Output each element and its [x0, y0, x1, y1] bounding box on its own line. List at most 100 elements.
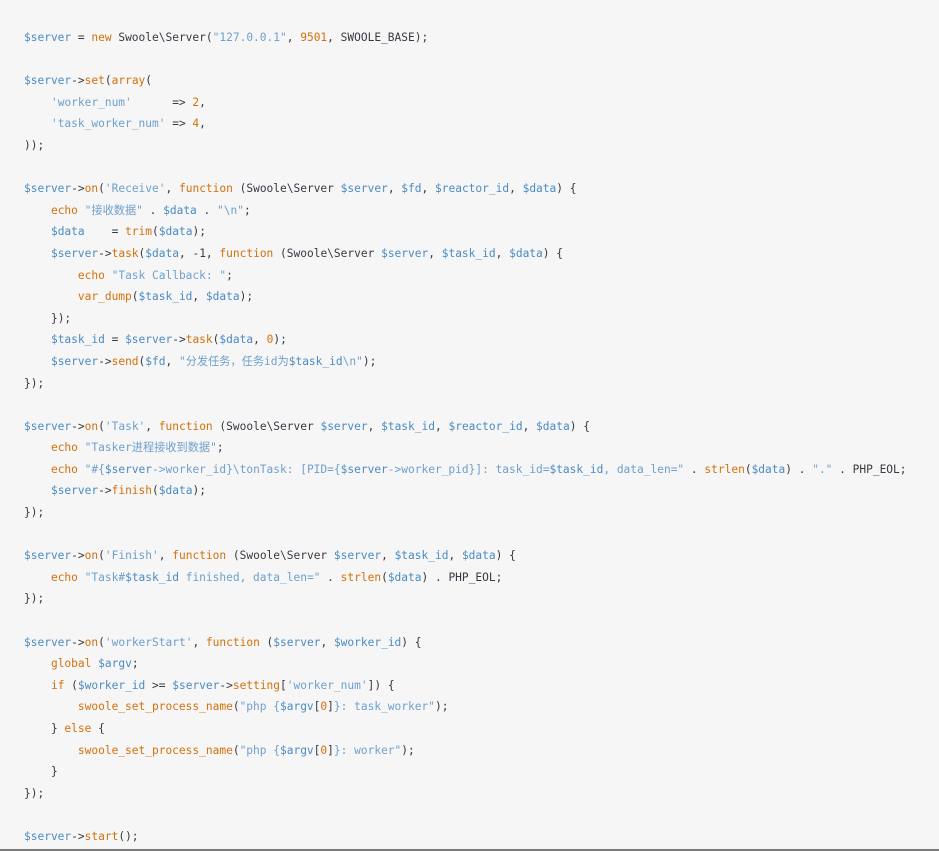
function-token: on — [84, 182, 99, 196]
punctuation-token: [ — [280, 678, 287, 692]
variable-token: $data — [158, 225, 193, 239]
code-line: echo "接收数据" . $data . "\n"; — [24, 200, 939, 222]
string-token: 'task_worker_num' — [50, 117, 166, 131]
variable-token: $task_id — [381, 419, 435, 433]
punctuation-token — [24, 744, 78, 757]
variable-token: $task_id — [394, 549, 449, 563]
punctuation-token: , — [158, 549, 173, 563]
punctuation-token — [24, 679, 51, 692]
code-line: $server->on('Task', function (Swoole\Ser… — [24, 416, 939, 438]
punctuation-token: -> — [71, 549, 85, 563]
variable-token: $server — [24, 419, 72, 433]
punctuation-token: (Swoole\Server — [226, 549, 334, 563]
punctuation-token — [78, 571, 85, 584]
punctuation-token: -> — [219, 678, 233, 692]
variable-token: $server — [24, 74, 72, 88]
variable-token: $server — [104, 462, 153, 476]
punctuation-token: ( — [98, 419, 105, 433]
punctuation-token: , — [381, 549, 395, 563]
punctuation-token — [24, 290, 78, 303]
code-line: global $argv; — [24, 653, 939, 675]
string-token: "\n" — [217, 203, 244, 217]
punctuation-token — [24, 355, 51, 368]
variable-token: $server — [24, 182, 72, 196]
variable-token: $fd — [401, 182, 422, 196]
punctuation-token: => — [165, 117, 193, 131]
punctuation-token: ( — [98, 182, 105, 196]
punctuation-token: . — [142, 203, 164, 217]
punctuation-token — [78, 204, 85, 217]
punctuation-token — [78, 463, 85, 476]
keyword-token: global — [50, 657, 92, 671]
string-token: 'Task' — [104, 419, 146, 433]
variable-token: $reactor_id — [435, 182, 510, 196]
code-line: $server->start(); — [24, 826, 939, 848]
string-token: \n" — [342, 354, 363, 368]
punctuation-token: , SWOOLE_BASE); — [327, 31, 429, 44]
string-token: }\tonTask: [PID={ — [226, 462, 341, 476]
variable-token: $data — [158, 484, 193, 498]
keyword-token: echo — [77, 268, 105, 282]
punctuation-token: ( — [381, 570, 388, 584]
code-block[interactable]: $server = new Swoole\Server("127.0.0.1",… — [0, 0, 939, 849]
code-line: echo "Task#$task_id finished, data_len="… — [24, 567, 939, 589]
code-line: )); — [24, 135, 939, 157]
punctuation-token — [24, 269, 78, 282]
function-token: send — [111, 354, 139, 368]
punctuation-token: ); — [434, 700, 449, 714]
punctuation-token: ( — [64, 678, 78, 692]
code-line: var_dump($task_id, $data); — [24, 286, 939, 308]
punctuation-token — [24, 463, 51, 476]
punctuation-token: , -1, — [178, 246, 220, 260]
string-token: 'worker_num' — [50, 95, 132, 109]
punctuation-token: ) { — [495, 549, 516, 563]
keyword-token: new — [91, 31, 112, 44]
variable-token: $server — [273, 635, 321, 649]
string-token: "php { — [239, 700, 280, 714]
string-token: 'Finish' — [104, 549, 159, 563]
keyword-token: else — [64, 722, 92, 735]
code-line: echo "#{$server->worker_id}\tonTask: [PI… — [24, 459, 939, 481]
variable-token: $reactor_id — [448, 419, 523, 433]
punctuation-token: , — [495, 246, 510, 260]
function-token: array — [111, 74, 146, 88]
string-token: 'worker_num' — [286, 678, 368, 692]
punctuation-token: , — [192, 635, 206, 649]
punctuation-token: , — [428, 246, 442, 260]
punctuation-token: -> — [172, 333, 186, 347]
punctuation-token — [105, 269, 112, 282]
punctuation-token: , — [448, 549, 462, 563]
punctuation-token: } — [24, 765, 58, 779]
function-token: swoole_set_process_name — [77, 743, 233, 757]
punctuation-token: , — [253, 333, 267, 347]
punctuation-token: -> — [71, 419, 85, 433]
punctuation-token: . PHP_EOL; — [832, 462, 907, 476]
punctuation-token: ( — [98, 635, 105, 649]
code-line: echo "Tasker进程接收到数据"; — [24, 437, 939, 459]
variable-token: $server — [24, 31, 72, 44]
string-token: "分发任务，任务id为 — [179, 354, 289, 368]
punctuation-token: } — [24, 722, 65, 735]
keyword-token: echo — [50, 203, 78, 217]
punctuation-token: , — [199, 117, 206, 131]
keyword-token: function — [219, 246, 274, 260]
string-token: , data_len=" — [603, 462, 685, 476]
punctuation-token: ( — [744, 462, 752, 476]
code-line: swoole_set_process_name("php {$argv[0]}:… — [24, 696, 939, 718]
number-token: 9501 — [300, 31, 328, 44]
punctuation-token — [24, 117, 51, 130]
variable-token: $data — [387, 570, 422, 584]
code-line: }); — [24, 502, 939, 524]
string-token: }: worker" — [333, 743, 402, 757]
punctuation-token: , — [286, 31, 301, 44]
code-line: swoole_set_process_name("php {$argv[0]}:… — [24, 740, 939, 762]
punctuation-token — [24, 700, 78, 713]
variable-token: $task_id — [138, 290, 193, 304]
punctuation-token: (Swoole\Server — [232, 182, 341, 196]
variable-token: $data — [50, 225, 85, 239]
function-token: task — [185, 333, 213, 347]
string-token: "127.0.0.1" — [212, 31, 287, 44]
variable-token: $task_id — [288, 354, 343, 368]
string-token: "Tasker进程接收到数据" — [84, 441, 217, 455]
